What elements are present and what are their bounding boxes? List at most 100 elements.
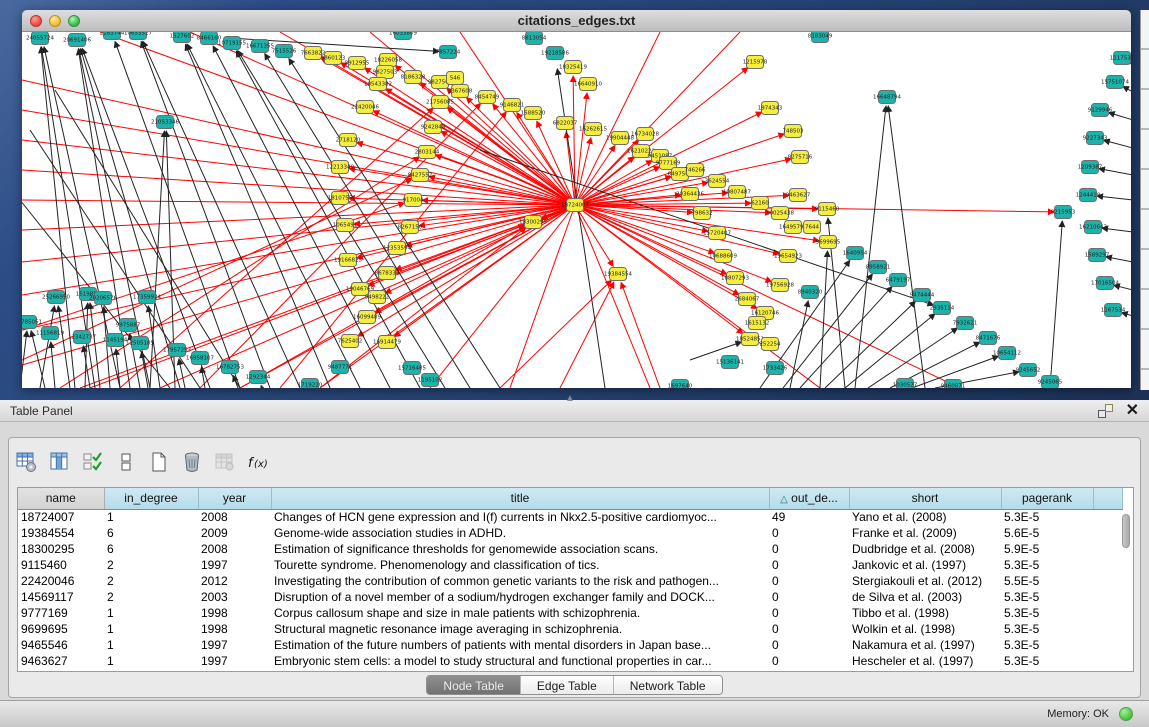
import-table-disabled-icon[interactable] <box>213 450 237 474</box>
table-cell[interactable]: 5.9E-5 <box>1001 541 1093 557</box>
table-cell[interactable]: Franke et al. (2009) <box>849 525 1001 541</box>
table-cell[interactable]: Investigating the contribution of common… <box>271 573 769 589</box>
table-cell[interactable]: 1998 <box>198 621 271 637</box>
table-cell[interactable]: 0 <box>769 589 849 605</box>
table-row[interactable]: 1456911722003Disruption of a novel membe… <box>18 589 1122 605</box>
table-row[interactable]: 946554611997Estimation of the future num… <box>18 637 1122 653</box>
table-cell[interactable]: Stergiakouli et al. (2012) <box>849 573 1001 589</box>
table-cell[interactable]: 1 <box>104 605 198 621</box>
table-cell[interactable]: Corpus callosum shape and size in male p… <box>271 605 769 621</box>
table-cell[interactable]: 5.3E-5 <box>1001 509 1093 525</box>
table-cell[interactable]: Disruption of a novel member of a sodium… <box>271 589 769 605</box>
table-cell[interactable]: Embryonic stem cells: a model to study s… <box>271 653 769 669</box>
table-cell[interactable]: 5.3E-5 <box>1001 589 1093 605</box>
table-cell[interactable]: Hescheler et al. (1997) <box>849 653 1001 669</box>
close-panel-icon[interactable]: ✕ <box>1126 401 1139 421</box>
table-cell[interactable]: 2008 <box>198 509 271 525</box>
table-cell[interactable]: Genome-wide association studies in ADHD. <box>271 525 769 541</box>
row-checklist-icon[interactable] <box>81 450 105 474</box>
column-header-year[interactable]: year <box>198 488 271 509</box>
table-cell[interactable]: 2012 <box>198 573 271 589</box>
table-cell[interactable]: 1 <box>104 653 198 669</box>
delete-trash-icon[interactable] <box>180 450 204 474</box>
table-cell[interactable]: 5.3E-5 <box>1001 653 1093 669</box>
column-header-in_degree[interactable]: in_degree <box>104 488 198 509</box>
table-cell[interactable]: Tourette syndrome. Phenomenology and cla… <box>271 557 769 573</box>
table-cell[interactable]: Nakamura et al. (1997) <box>849 637 1001 653</box>
table-cell[interactable]: Changes of HCN gene expression and I(f) … <box>271 509 769 525</box>
column-header-pagerank[interactable]: pagerank <box>1001 488 1093 509</box>
table-cell[interactable]: 1998 <box>198 605 271 621</box>
table-cell[interactable]: 6 <box>104 525 198 541</box>
table-cell[interactable]: 5.3E-5 <box>1001 557 1093 573</box>
float-panel-icon[interactable] <box>1098 404 1113 418</box>
tab-edge-table[interactable]: Edge Table <box>520 676 613 695</box>
tab-node-table[interactable]: Node Table <box>427 676 520 695</box>
new-document-icon[interactable] <box>147 450 171 474</box>
table-cell[interactable]: 0 <box>769 621 849 637</box>
table-cell[interactable]: Wolkin et al. (1998) <box>849 621 1001 637</box>
table-cell[interactable]: Estimation of significance thresholds fo… <box>271 541 769 557</box>
table-cell[interactable]: 2 <box>104 557 198 573</box>
column-header-short[interactable]: short <box>849 488 1001 509</box>
table-cell[interactable]: 1997 <box>198 637 271 653</box>
table-cell[interactable]: 49 <box>769 509 849 525</box>
table-cell[interactable]: 0 <box>769 525 849 541</box>
table-cell[interactable]: 6 <box>104 541 198 557</box>
column-header-filler[interactable] <box>1093 488 1122 509</box>
table-cell[interactable]: 2009 <box>198 525 271 541</box>
panel-splitter-handle[interactable]: ▲ <box>565 393 575 404</box>
table-cell[interactable]: 0 <box>769 605 849 621</box>
table-row[interactable]: 946362711997Embryonic stem cells: a mode… <box>18 653 1122 669</box>
table-cell[interactable]: 1997 <box>198 653 271 669</box>
row-stack-icon[interactable] <box>114 450 138 474</box>
table-cell[interactable]: 5.5E-5 <box>1001 573 1093 589</box>
table-cell[interactable]: 9465546 <box>18 637 104 653</box>
table-cell[interactable]: de Silva et al. (2003) <box>849 589 1001 605</box>
table-cell[interactable]: 5.3E-5 <box>1001 621 1093 637</box>
table-cell[interactable]: Structural magnetic resonance image aver… <box>271 621 769 637</box>
table-cell[interactable]: 0 <box>769 573 849 589</box>
column-header-name[interactable]: name <box>18 488 104 509</box>
table-row[interactable]: 977716911998Corpus callosum shape and si… <box>18 605 1122 621</box>
table-cell[interactable]: 18724007 <box>18 509 104 525</box>
column-header-title[interactable]: title <box>271 488 769 509</box>
table-cell[interactable]: 1 <box>104 621 198 637</box>
vertical-scrollbar[interactable] <box>1122 512 1131 670</box>
table-cell[interactable]: 9699695 <box>18 621 104 637</box>
table-cell[interactable]: 0 <box>769 637 849 653</box>
function-fx-icon[interactable]: f(x) <box>246 450 270 474</box>
table-cell[interactable]: Tibbo et al. (1998) <box>849 605 1001 621</box>
table-cell[interactable]: 0 <box>769 541 849 557</box>
table-cell[interactable]: Yano et al. (2008) <box>849 509 1001 525</box>
scrollbar-thumb[interactable] <box>1122 514 1130 548</box>
table-row[interactable]: 1830029562008Estimation of significance … <box>18 541 1122 557</box>
table-cell[interactable]: 1 <box>104 637 198 653</box>
table-cell[interactable]: 5.6E-5 <box>1001 525 1093 541</box>
table-cell[interactable]: 5.3E-5 <box>1001 605 1093 621</box>
table-cell[interactable]: 5.3E-5 <box>1001 637 1093 653</box>
table-cell[interactable]: Dudbridge et al. (2008) <box>849 541 1001 557</box>
table-row[interactable]: 969969511998Structural magnetic resonanc… <box>18 621 1122 637</box>
table-cell[interactable]: 1 <box>104 509 198 525</box>
table-cell[interactable]: 14569117 <box>18 589 104 605</box>
tab-network-table[interactable]: Network Table <box>613 676 722 695</box>
table-cell[interactable]: 9115460 <box>18 557 104 573</box>
table-cell[interactable]: 2 <box>104 589 198 605</box>
column-header-out_de...[interactable]: △ out_de... <box>769 488 849 509</box>
table-row[interactable]: 1938455462009Genome-wide association stu… <box>18 525 1122 541</box>
table-cell[interactable]: 9463627 <box>18 653 104 669</box>
table-row[interactable]: 911546021997Tourette syndrome. Phenomeno… <box>18 557 1122 573</box>
table-columns-icon[interactable] <box>48 450 72 474</box>
table-cell[interactable]: 22420046 <box>18 573 104 589</box>
network-canvas[interactable]: 2405572420691406218374410653527152760284… <box>22 32 1131 388</box>
table-cell[interactable]: 19384554 <box>18 525 104 541</box>
network-window[interactable]: citations_edges.txt 24055724206914062183… <box>22 10 1131 388</box>
table-cell[interactable]: Estimation of the future numbers of pati… <box>271 637 769 653</box>
table-cell[interactable]: 0 <box>769 653 849 669</box>
table-cell[interactable]: 2003 <box>198 589 271 605</box>
table-settings-icon[interactable] <box>15 450 39 474</box>
table-row[interactable]: 2242004622012Investigating the contribut… <box>18 573 1122 589</box>
table-cell[interactable]: 9777169 <box>18 605 104 621</box>
table-cell[interactable]: 18300295 <box>18 541 104 557</box>
